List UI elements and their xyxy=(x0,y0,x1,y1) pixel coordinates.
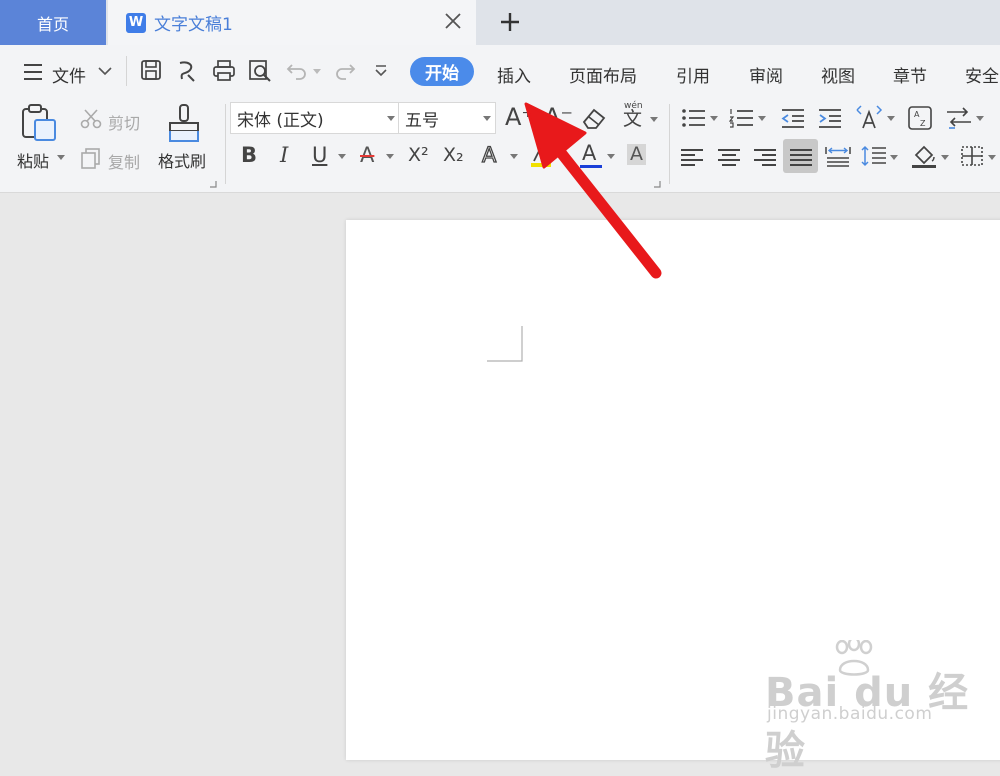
save-icon[interactable] xyxy=(140,59,162,81)
undo-icon[interactable] xyxy=(286,61,308,81)
svg-text:A: A xyxy=(914,110,920,119)
tab-references[interactable]: 引用 xyxy=(676,62,710,87)
tab-start[interactable]: 开始 xyxy=(410,57,474,86)
quick-access-dropdown-icon[interactable] xyxy=(374,64,388,78)
line-spacing-icon[interactable] xyxy=(861,145,887,167)
writer-logo-icon: W xyxy=(126,12,146,33)
subscript-button[interactable]: X₂ xyxy=(443,146,464,165)
align-right-icon[interactable] xyxy=(754,146,776,169)
paste-dropdown-caret[interactable] xyxy=(57,155,65,160)
tab-sections[interactable]: 章节 xyxy=(893,62,927,87)
new-tab-icon[interactable] xyxy=(496,8,524,36)
strikethrough-button[interactable]: A xyxy=(360,145,374,166)
print-preview-icon[interactable] xyxy=(248,59,272,83)
clipboard-launcher-icon[interactable] xyxy=(209,180,217,188)
underline-dropdown-caret[interactable] xyxy=(338,154,346,159)
export-icon[interactable] xyxy=(176,59,198,83)
justify-icon xyxy=(790,146,812,169)
cut-icon[interactable] xyxy=(80,108,102,130)
copy-label[interactable]: 复制 xyxy=(108,149,140,173)
copy-icon[interactable] xyxy=(80,147,102,169)
tab-security[interactable]: 安全 xyxy=(965,62,999,87)
strikethrough-dropdown-caret[interactable] xyxy=(386,154,394,159)
text-direction-icon[interactable] xyxy=(855,104,883,132)
numbered-list-icon[interactable] xyxy=(729,108,755,128)
italic-button[interactable]: I xyxy=(280,145,288,166)
document-tab-title: 文字文稿1 xyxy=(154,15,233,35)
tab-document[interactable]: W 文字文稿1 xyxy=(108,0,476,45)
font-size-select[interactable]: 五号 xyxy=(398,102,496,134)
watermark-url: jingyan.baidu.com xyxy=(767,704,933,724)
decrease-indent-icon[interactable] xyxy=(780,107,806,129)
paste-label[interactable]: 粘贴 xyxy=(17,148,49,172)
shading-fill-dropdown-caret[interactable] xyxy=(941,155,949,160)
tab-insert[interactable]: 插入 xyxy=(497,62,531,87)
bullet-list-dropdown-caret[interactable] xyxy=(710,116,718,121)
format-painter-label[interactable]: 格式刷 xyxy=(158,148,206,172)
font-size-dropdown-caret[interactable] xyxy=(483,116,491,121)
numbered-list-dropdown-caret[interactable] xyxy=(758,116,766,121)
print-icon[interactable] xyxy=(212,59,236,81)
shading-fill-icon[interactable] xyxy=(910,143,938,169)
line-spacing-switch-icon[interactable] xyxy=(945,106,973,130)
undo-dropdown-caret[interactable] xyxy=(313,69,321,74)
font-name-dropdown-caret[interactable] xyxy=(387,116,395,121)
tab-bar: 首页 W 文字文稿1 xyxy=(0,0,1000,45)
margin-corner-mark xyxy=(487,326,523,362)
chevron-down-icon[interactable] xyxy=(98,66,112,76)
text-effect-button[interactable]: A xyxy=(481,144,497,166)
align-center-icon[interactable] xyxy=(718,146,740,169)
cut-label[interactable]: 剪切 xyxy=(108,110,140,134)
text-direction-dropdown-caret[interactable] xyxy=(887,116,895,121)
format-painter-icon[interactable] xyxy=(166,103,202,143)
align-left-icon[interactable] xyxy=(681,146,703,169)
distributed-align-icon[interactable] xyxy=(825,145,851,167)
borders-icon[interactable] xyxy=(960,145,984,167)
hamburger-menu-icon[interactable] xyxy=(22,62,44,82)
paw-icon xyxy=(835,640,873,676)
redo-icon[interactable] xyxy=(334,61,356,81)
superscript-button[interactable]: X² xyxy=(408,146,429,165)
line-spacing-dropdown-caret[interactable] xyxy=(890,155,898,160)
bold-button[interactable]: B xyxy=(241,145,257,166)
increase-indent-icon[interactable] xyxy=(817,107,843,129)
file-menu[interactable]: 文件 xyxy=(52,62,86,87)
tab-page-layout[interactable]: 页面布局 xyxy=(569,62,637,87)
paste-icon[interactable] xyxy=(20,103,58,143)
font-name-select[interactable]: 宋体 (正文) xyxy=(230,102,400,134)
baidu-watermark: Bai du 经验 jingyan.baidu.com xyxy=(765,640,1000,776)
bullet-list-icon[interactable] xyxy=(681,108,707,128)
tab-review[interactable]: 审阅 xyxy=(749,62,783,87)
borders-dropdown-caret[interactable] xyxy=(988,155,996,160)
underline-button[interactable]: U xyxy=(312,145,327,166)
red-arrow-annotation xyxy=(524,102,662,279)
close-tab-icon[interactable] xyxy=(442,10,464,32)
tab-home[interactable]: 首页 xyxy=(0,0,106,45)
line-spacing-switch-dropdown-caret[interactable] xyxy=(976,116,984,121)
svg-text:Z: Z xyxy=(920,119,926,128)
tab-view[interactable]: 视图 xyxy=(821,62,855,87)
sort-icon[interactable]: AZ xyxy=(907,105,933,131)
